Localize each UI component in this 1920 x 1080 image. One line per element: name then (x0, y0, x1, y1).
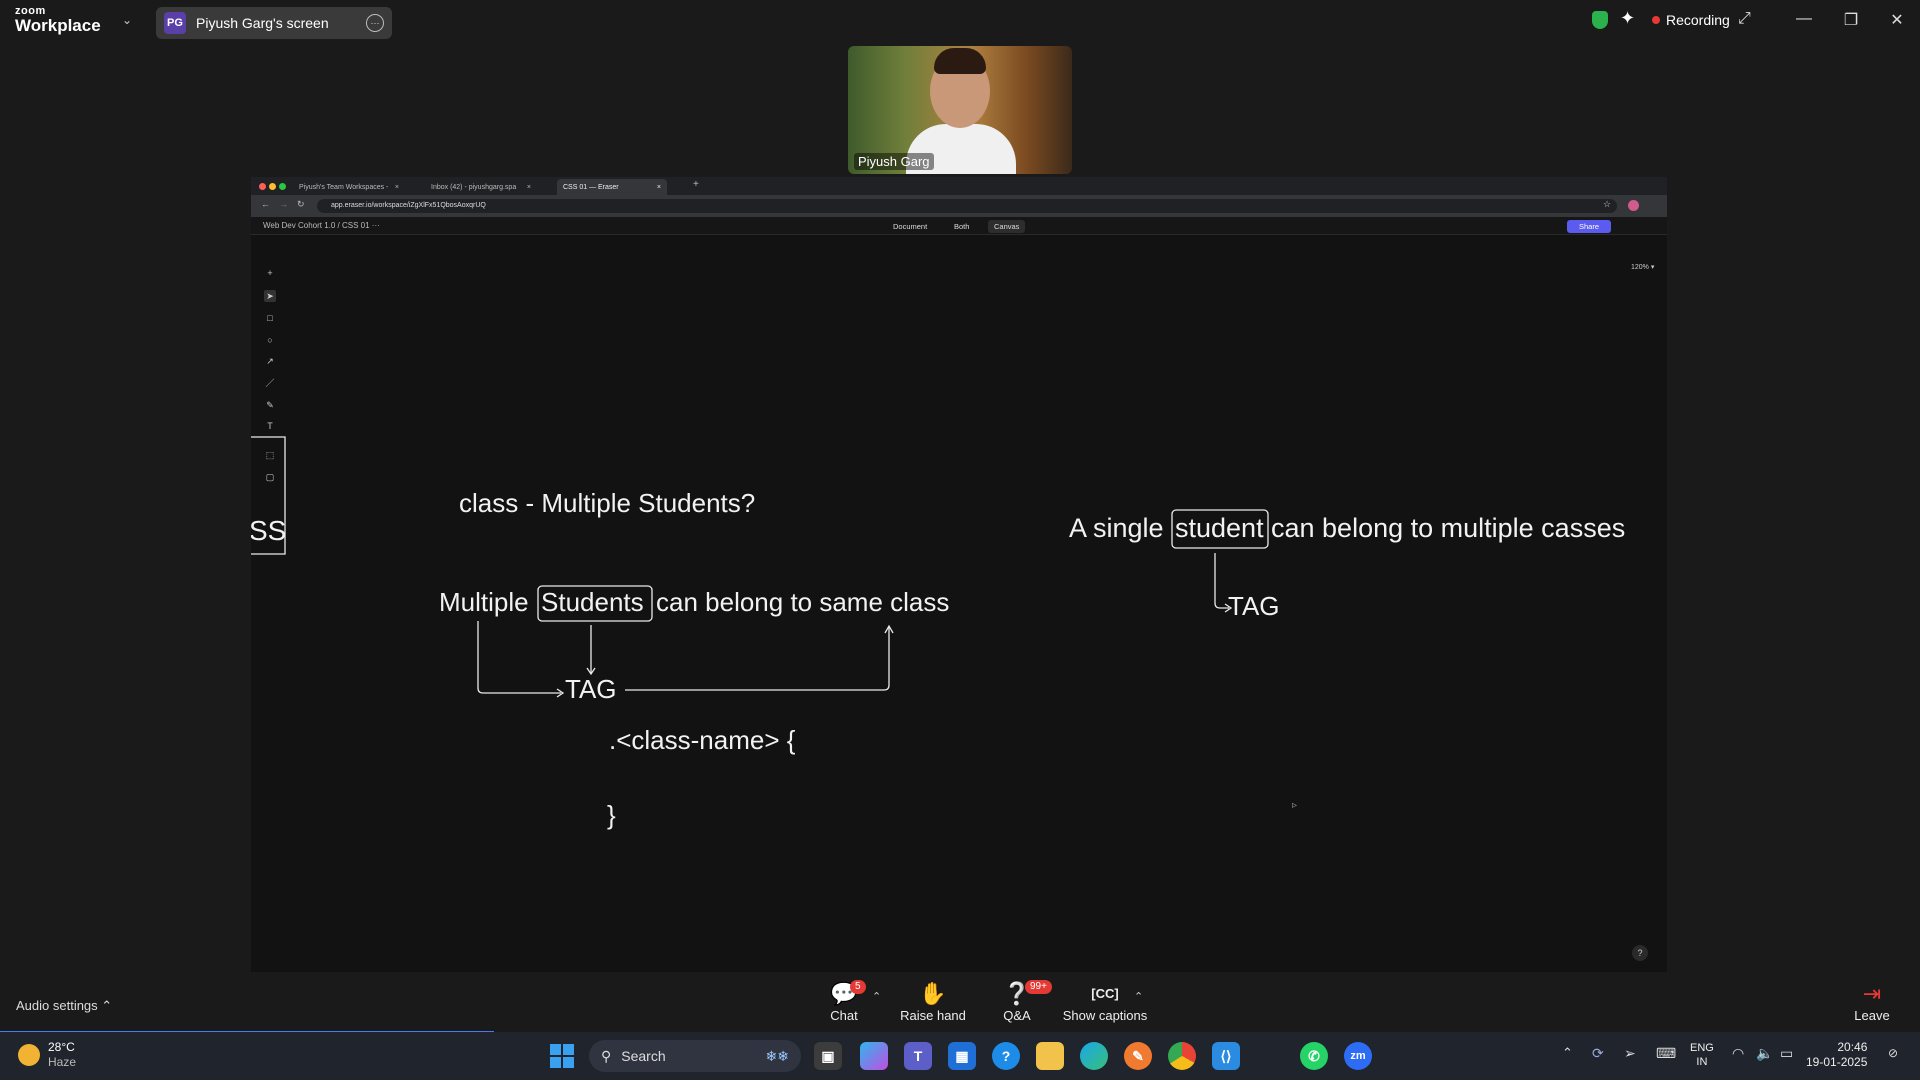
shared-screen-title: Piyush Garg's screen (196, 15, 329, 31)
zoom-top-bar: zoom Workplace ⌄ PG Piyush Garg's screen… (0, 0, 1920, 44)
shared-screen: Piyush's Team Workspaces - × Inbox (42) -… (251, 177, 1667, 972)
canvas-tag-label[interactable]: TAG (565, 674, 617, 705)
shield-icon[interactable] (1592, 11, 1608, 29)
canvas-text[interactable]: can belong to same class (656, 587, 949, 618)
canvas-question[interactable]: class - Multiple Students? (459, 488, 755, 519)
windows-taskbar: 28°C Haze ⚲ Search ❄❄ ▣ T ▦ ? ✎ ⟨⟩ ✆ zm ⌃ … (0, 1032, 1920, 1080)
qa-badge: 99+ (1025, 980, 1052, 994)
leave-button[interactable]: ⇥ Leave (1832, 981, 1912, 1024)
send-icon[interactable]: ➢ (1624, 1045, 1636, 1062)
chevron-up-icon: ⌃ (101, 998, 113, 1013)
folder-icon[interactable] (1036, 1042, 1064, 1070)
student-to-tag-arrow (1214, 553, 1229, 609)
cursor-icon: ▹ (1292, 800, 1298, 811)
volume-icon[interactable]: 🔈 (1756, 1045, 1773, 1062)
close-icon[interactable]: ✕ (1882, 10, 1912, 30)
chat-badge: 5 (850, 980, 866, 994)
notification-icon[interactable]: ⊘ (1888, 1046, 1898, 1060)
hand-icon: ✋ (919, 981, 947, 1006)
system-clock[interactable]: 20:46 19-01-2025 (1806, 1040, 1867, 1070)
audio-settings-button[interactable]: Audio settings ⌃ (16, 998, 112, 1014)
minimize-icon[interactable]: — (1789, 10, 1819, 28)
zoom-logo: zoom Workplace (15, 5, 101, 35)
canvas-edge-text[interactable]: SS (251, 515, 286, 547)
fullscreen-icon[interactable]: ⤢ (1738, 10, 1751, 28)
more-options-icon[interactable]: ··· (366, 14, 384, 32)
leave-icon: ⇥ (1862, 981, 1882, 1006)
sync-icon[interactable]: ⟳ (1592, 1045, 1604, 1062)
chevron-up-icon[interactable]: ⌃ (1134, 990, 1143, 1003)
whatsapp-icon[interactable]: ✆ (1300, 1042, 1328, 1070)
snowflake-icon: ❄❄ (765, 1047, 789, 1064)
copilot-icon[interactable] (860, 1042, 888, 1070)
raise-hand-button[interactable]: ✋ Raise hand (893, 981, 973, 1024)
help-button[interactable]: ? (1632, 945, 1648, 961)
canvas-text-boxed[interactable]: student (1175, 513, 1264, 544)
edge-icon[interactable] (1080, 1042, 1108, 1070)
taskbar-search[interactable]: ⚲ Search ❄❄ (589, 1040, 801, 1072)
help-icon[interactable]: ? (992, 1042, 1020, 1070)
brave-icon[interactable]: ✎ (1124, 1042, 1152, 1070)
zoom-controls: Audio settings ⌃ 💬 5 Chat ⌃ ✋ Raise hand… (0, 972, 1920, 1033)
canvas-code-close[interactable]: } (607, 800, 616, 831)
canvas-text[interactable]: can belong to multiple casses (1271, 513, 1625, 544)
participant-video[interactable]: Piyush Garg (848, 46, 1072, 174)
sparkle-icon[interactable]: ✦ (1620, 8, 1635, 29)
record-dot-icon (1652, 16, 1660, 24)
chrome-icon[interactable] (1168, 1042, 1196, 1070)
search-icon: ⚲ (601, 1047, 612, 1064)
teams-icon[interactable]: T (904, 1042, 932, 1070)
multiple-to-tag-arrow (477, 621, 561, 694)
canvas-text[interactable]: A single (1069, 513, 1164, 544)
shared-screen-pill[interactable]: PG Piyush Garg's screen ··· (156, 7, 392, 39)
battery-icon[interactable]: ▭ (1780, 1045, 1793, 1062)
restore-icon[interactable]: ❐ (1836, 10, 1866, 30)
language-indicator[interactable]: ENG IN (1690, 1041, 1714, 1069)
canvas-text[interactable]: Multiple (439, 587, 529, 618)
keyboard-icon[interactable]: ⌨ (1656, 1045, 1676, 1062)
chevron-up-icon[interactable]: ⌃ (1562, 1045, 1573, 1061)
task-view-icon[interactable]: ▣ (814, 1042, 842, 1070)
chevron-up-icon[interactable]: ⌃ (872, 990, 881, 1003)
tag-to-class-arrow (625, 627, 890, 691)
zoom-app-icon[interactable]: zm (1344, 1042, 1372, 1070)
qa-button[interactable]: ❔ 99+ Q&A (977, 980, 1057, 1023)
avatar: PG (164, 12, 186, 34)
canvas-connectors (251, 436, 1269, 698)
store-icon[interactable]: ▦ (948, 1042, 976, 1070)
wifi-icon[interactable]: ◠ (1732, 1045, 1744, 1062)
canvas-text-boxed[interactable]: Students (541, 587, 644, 618)
weather-sun-icon (18, 1044, 40, 1066)
windows-start-icon[interactable] (550, 1044, 574, 1068)
canvas-code-open[interactable]: .<class-name> { (609, 725, 795, 756)
weather-widget[interactable]: 28°C Haze (18, 1040, 76, 1070)
participant-name: Piyush Garg (854, 153, 934, 170)
vscode-icon[interactable]: ⟨⟩ (1212, 1042, 1240, 1070)
canvas-tag-label[interactable]: TAG (1228, 591, 1280, 622)
chevron-down-icon[interactable]: ⌄ (122, 13, 132, 27)
recording-indicator[interactable]: Recording (1652, 12, 1730, 28)
